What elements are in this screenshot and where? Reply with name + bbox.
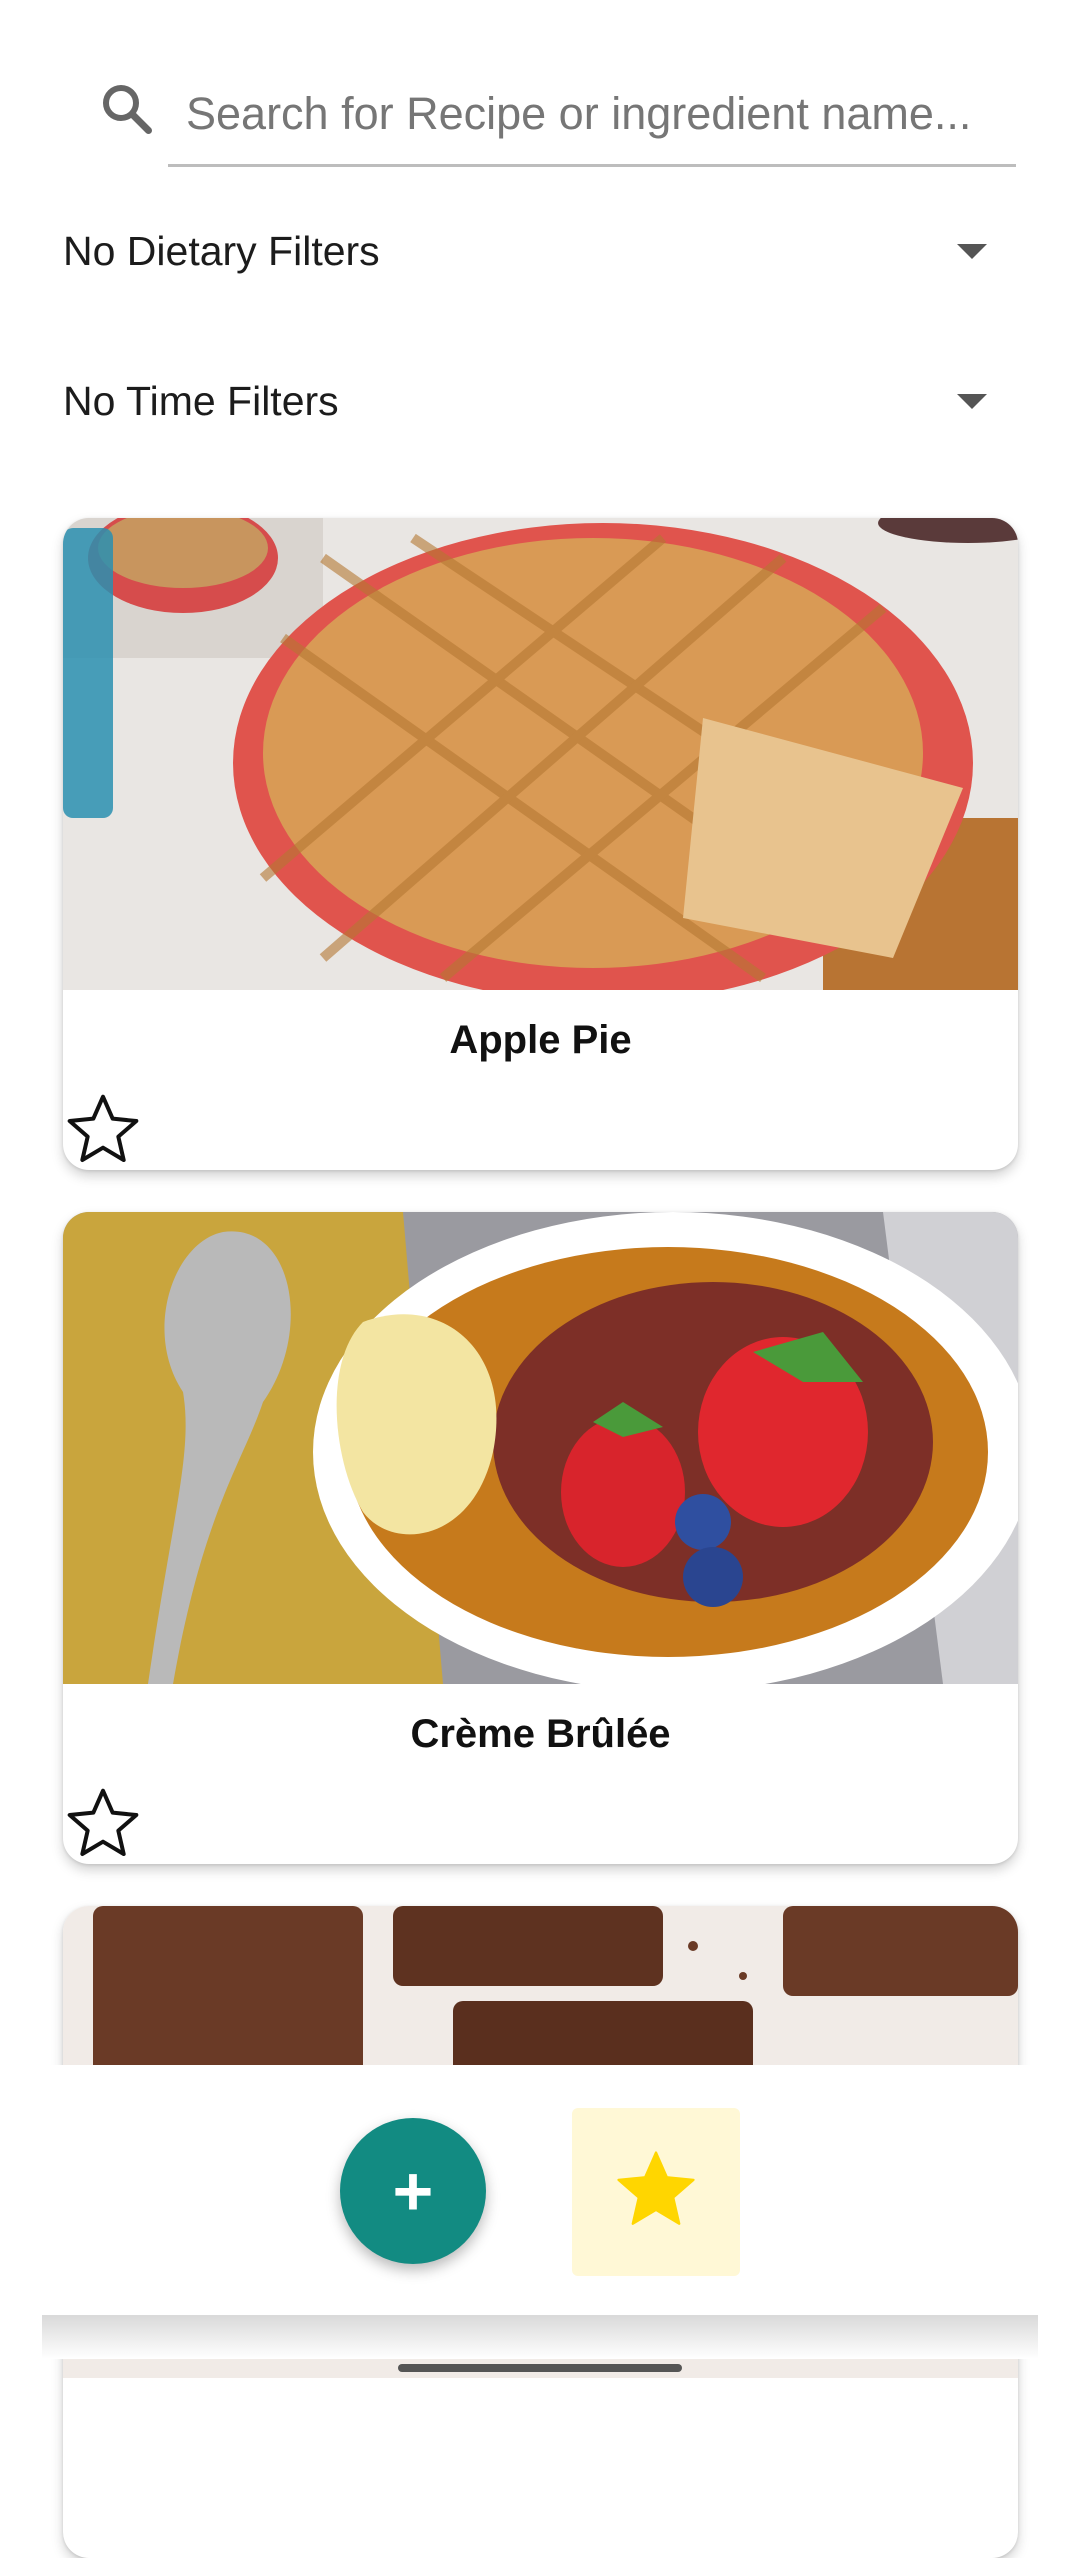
star-icon bbox=[611, 2145, 701, 2240]
search-bar bbox=[96, 64, 1016, 168]
creme-brulee-photo bbox=[63, 1212, 1018, 1684]
favorite-star-icon[interactable] bbox=[63, 1784, 143, 1864]
bottom-action-bar bbox=[42, 2065, 1038, 2315]
recipe-card[interactable]: Crème Brûlée bbox=[63, 1212, 1018, 1864]
dietary-filter-label: No Dietary Filters bbox=[63, 228, 380, 274]
home-indicator[interactable] bbox=[398, 2364, 682, 2372]
search-input[interactable] bbox=[186, 64, 1016, 164]
dropdown-arrow-icon bbox=[957, 244, 987, 259]
apple-pie-photo bbox=[63, 518, 1018, 990]
favorites-button[interactable] bbox=[572, 2108, 740, 2276]
recipe-title: Crème Brûlée bbox=[410, 1712, 671, 1756]
dietary-filter-dropdown[interactable]: No Dietary Filters bbox=[63, 208, 1003, 298]
recipe-card[interactable]: Apple Pie bbox=[63, 518, 1018, 1170]
favorite-star-icon[interactable] bbox=[63, 1090, 143, 1170]
time-filter-dropdown[interactable]: No Time Filters bbox=[63, 358, 1003, 448]
time-filter-label: No Time Filters bbox=[63, 378, 339, 424]
bottom-bar-shadow bbox=[42, 2315, 1038, 2359]
dropdown-arrow-icon bbox=[957, 394, 987, 409]
add-recipe-button[interactable]: + bbox=[340, 2118, 486, 2264]
recipe-title: Apple Pie bbox=[449, 1018, 632, 1062]
search-icon[interactable] bbox=[96, 78, 156, 138]
search-underline bbox=[168, 164, 1016, 167]
plus-icon: + bbox=[392, 2152, 434, 2230]
